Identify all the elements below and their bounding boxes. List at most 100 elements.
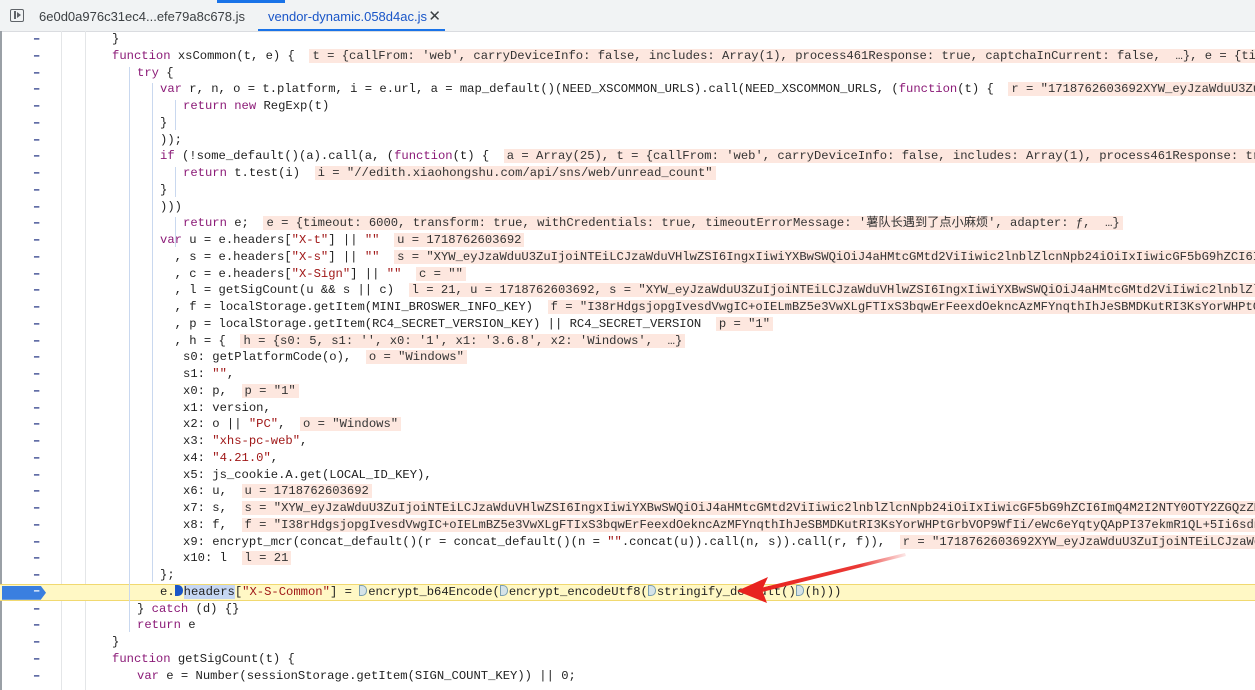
line-gutter-marker[interactable]: – (33, 282, 43, 299)
line-gutter-marker[interactable]: – (33, 601, 43, 618)
line-gutter-marker[interactable]: – (33, 416, 43, 433)
code-line[interactable]: – x2: o || "PC", o = "Windows" (0, 416, 1255, 433)
line-gutter-marker[interactable]: – (33, 450, 43, 467)
line-gutter-marker[interactable]: – (33, 299, 43, 316)
line-gutter-marker[interactable]: – (33, 266, 43, 283)
inline-variable-value: p = "1" (241, 383, 299, 398)
code-text: , l = getSigCount(u && s || c) l = 21, u… (160, 282, 1255, 299)
code-line[interactable]: – var e = Number(sessionStorage.getItem(S… (0, 668, 1255, 685)
code-line[interactable]: – s0: getPlatformCode(o), o = "Windows" (0, 349, 1255, 366)
line-gutter-marker[interactable]: – (33, 483, 43, 500)
line-gutter-marker[interactable]: – (33, 182, 43, 199)
code-line[interactable]: – , l = getSigCount(u && s || c) l = 21,… (0, 282, 1255, 299)
code-text: } (112, 635, 120, 649)
line-gutter-marker[interactable]: – (33, 567, 43, 584)
code-text: )); (160, 132, 182, 147)
line-gutter-marker[interactable]: – (33, 433, 43, 450)
code-line[interactable]: – return e; e = {timeout: 6000, transform… (0, 215, 1255, 232)
code-line[interactable]: – var u = e.headers["X-t"] || "" u = 1718… (0, 232, 1255, 249)
line-gutter-marker[interactable]: – (33, 534, 43, 551)
line-gutter-marker[interactable]: – (33, 115, 43, 132)
inline-variable-value: o = "Windows" (300, 417, 402, 432)
code-line[interactable]: – , s = e.headers["X-s"] || "" s = "XYW_… (0, 249, 1255, 266)
indent-guide (175, 167, 176, 197)
line-gutter-marker[interactable]: – (33, 517, 43, 534)
tab-vendor-dynamic[interactable]: vendor-dynamic.058d4ac.js ✕ (258, 0, 445, 31)
code-text: , s = e.headers["X-s"] || "" s = "XYW_ey… (160, 249, 1255, 266)
step-marker-icon[interactable] (359, 584, 368, 596)
code-text: , c = e.headers["X-Sign"] || "" c = "" (160, 266, 466, 283)
code-line[interactable]: – x8: f, f = "I38rHdgsjopgIvesdVwgIC+oIEL… (0, 517, 1255, 534)
code-line[interactable]: – try { (0, 65, 1255, 82)
line-gutter-marker[interactable]: – (33, 668, 43, 685)
code-line[interactable]: – x9: encrypt_mcr(concat_default()(r = co… (0, 534, 1255, 551)
code-editor[interactable]: –} – function xsCommon(t, e) { t = {callFr… (0, 31, 1255, 690)
code-line[interactable]: – function xsCommon(t, e) { t = {callFrom… (0, 48, 1255, 65)
line-gutter-marker[interactable]: – (33, 48, 43, 65)
line-gutter-marker[interactable]: – (33, 215, 43, 232)
line-gutter-marker[interactable]: – (33, 31, 43, 48)
code-line[interactable]: – if (!some_default()(a).call(a, (functio… (0, 148, 1255, 165)
code-line[interactable]: – , p = localStorage.getItem(RC4_SECRET_… (0, 316, 1255, 333)
line-gutter-marker[interactable]: – (33, 132, 43, 149)
close-tab-icon[interactable]: ✕ (428, 0, 441, 34)
tab-file-6e0d0a[interactable]: 6e0d0a976c31ec4...efe79a8c678.js (39, 0, 245, 31)
code-line[interactable]: – return t.test(i) i = "//edith.xiaohongs… (0, 165, 1255, 182)
code-line[interactable]: – x1: version, (0, 400, 1255, 417)
code-line[interactable]: –} (0, 115, 1255, 132)
code-line[interactable]: – x4: "4.21.0", (0, 450, 1255, 467)
line-gutter-marker[interactable]: – (33, 467, 43, 484)
line-gutter-marker[interactable]: – (33, 634, 43, 651)
code-line[interactable]: –} (0, 182, 1255, 199)
code-line[interactable]: – s1: "", (0, 366, 1255, 383)
code-line[interactable]: –} catch (d) {} (0, 601, 1255, 618)
line-gutter-marker[interactable]: – (33, 98, 43, 115)
line-gutter-marker[interactable]: – (33, 232, 43, 249)
code-line[interactable]: – function getSigCount(t) { (0, 651, 1255, 668)
line-gutter-marker[interactable]: – (33, 81, 43, 98)
code-line[interactable]: – , c = e.headers["X-Sign"] || "" c = "" (0, 266, 1255, 283)
code-text: try { (137, 65, 174, 80)
toggle-navigator-icon[interactable] (10, 9, 24, 22)
step-marker-icon[interactable] (499, 584, 508, 596)
line-gutter-marker[interactable]: – (33, 333, 43, 350)
code-text: var u = e.headers["X-t"] || "" u = 17187… (160, 232, 525, 249)
line-gutter-marker[interactable]: – (33, 500, 43, 517)
breakpoint-marker[interactable]: – (2, 585, 46, 600)
line-gutter-marker[interactable]: – (33, 550, 43, 567)
code-line[interactable]: – x6: u, u = 1718762603692 (0, 483, 1255, 500)
line-gutter-marker[interactable]: – (33, 148, 43, 165)
line-gutter-marker[interactable]: – (33, 349, 43, 366)
code-line[interactable]: – x0: p, p = "1" (0, 383, 1255, 400)
line-gutter-marker[interactable]: – (33, 400, 43, 417)
code-line[interactable]: –)); (0, 132, 1255, 149)
code-line[interactable]: –} (0, 31, 1255, 48)
line-gutter-marker[interactable]: – (33, 316, 43, 333)
step-marker-icon[interactable] (174, 584, 183, 596)
code-line[interactable]: – x7: s, s = "XYW_eyJzaWduU3ZuIjoiNTEiLCJ… (0, 500, 1255, 517)
line-gutter-marker[interactable]: – (33, 65, 43, 82)
code-line[interactable]: – return new RegExp(t) (0, 98, 1255, 115)
line-gutter-marker[interactable]: – (33, 366, 43, 383)
line-gutter-marker[interactable]: – (33, 651, 43, 668)
step-marker-icon[interactable] (795, 584, 804, 596)
code-line[interactable]: –}; (0, 567, 1255, 584)
code-line[interactable]: – return e (0, 617, 1255, 634)
line-gutter-marker[interactable]: – (33, 165, 43, 182)
line-gutter-marker[interactable]: – (33, 249, 43, 266)
code-text: function xsCommon(t, e) { t = {callFrom:… (112, 48, 1255, 65)
code-line[interactable]: – x3: "xhs-pc-web", (0, 433, 1255, 450)
code-line[interactable]: – x10: l l = 21 (0, 550, 1255, 567)
line-gutter-marker[interactable]: – (33, 617, 43, 634)
code-line[interactable]: – x5: js_cookie.A.get(LOCAL_ID_KEY), (0, 467, 1255, 484)
line-gutter-marker[interactable]: – (33, 199, 43, 216)
code-line[interactable]: – var r, n, o = t.platform, i = e.url, a … (0, 81, 1255, 98)
code-text: x1: version, (183, 400, 271, 415)
code-line[interactable]: –))) (0, 199, 1255, 216)
line-gutter-marker[interactable]: – (33, 383, 43, 400)
current-execution-line[interactable]: – e. headers["X-S-Common"] = encrypt_b64En… (0, 583, 1255, 601)
code-line[interactable]: –} (0, 634, 1255, 651)
code-line[interactable]: – , f = localStorage.getItem(MINI_BROSWE… (0, 299, 1255, 316)
step-marker-icon[interactable] (647, 584, 656, 596)
code-line[interactable]: – , h = { h = {s0: 5, s1: '', x0: '1', x… (0, 333, 1255, 350)
